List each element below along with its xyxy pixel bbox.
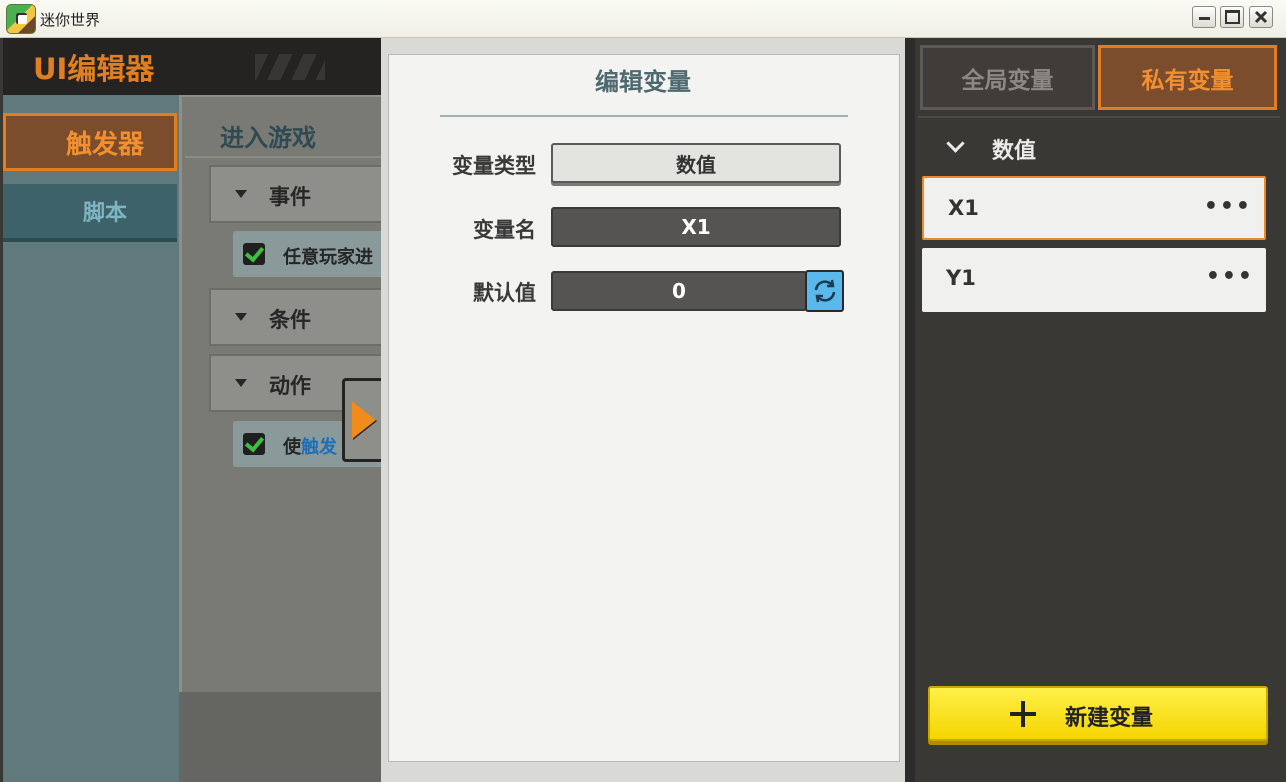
more-options-icon[interactable]: ••• <box>1204 196 1252 218</box>
new-variable-label: 新建变量 <box>1065 706 1154 731</box>
group-label: 条件 <box>269 308 311 332</box>
group-condition[interactable]: 条件 <box>209 288 381 346</box>
caret-down-icon <box>235 313 247 321</box>
variable-row-y1[interactable]: Y1 ••• <box>922 248 1266 312</box>
refresh-button[interactable] <box>805 270 844 312</box>
more-options-icon[interactable]: ••• <box>1206 266 1254 288</box>
section-divider <box>185 156 381 158</box>
checkbox-checked-icon[interactable] <box>243 243 265 265</box>
variable-type-label: 变量类型 <box>452 154 536 178</box>
refresh-icon <box>814 279 836 303</box>
checkbox-checked-icon[interactable] <box>243 433 265 455</box>
panel-divider <box>918 116 1280 118</box>
variable-type-select[interactable]: 数值 <box>551 143 841 183</box>
tab-global-variables[interactable]: 全局变量 <box>920 45 1095 110</box>
minimize-button[interactable] <box>1192 6 1216 28</box>
group-event[interactable]: 事件 <box>209 165 381 223</box>
expand-arrow-button[interactable] <box>342 378 384 462</box>
default-value-input[interactable]: 0 <box>551 271 807 311</box>
tab-trigger[interactable]: 触发器 <box>3 113 177 171</box>
header-decoration <box>255 54 325 80</box>
section-title: 进入游戏 <box>220 124 316 152</box>
close-button[interactable] <box>1249 6 1273 28</box>
caret-down-icon <box>235 190 247 198</box>
panel-edge <box>905 38 915 782</box>
variable-name-label: 变量名 <box>473 218 536 242</box>
maximize-button[interactable] <box>1220 6 1244 28</box>
new-variable-button[interactable]: 新建变量 <box>928 686 1268 741</box>
close-icon <box>1254 10 1268 24</box>
action-prefix: 使 <box>283 437 301 458</box>
window-title: 迷你世界 <box>40 11 101 29</box>
variable-name: X1 <box>948 196 979 220</box>
group-label: 事件 <box>269 185 311 209</box>
category-label[interactable]: 数值 <box>992 133 1036 165</box>
variable-panel <box>905 38 1286 782</box>
variable-row-x1[interactable]: X1 ••• <box>922 176 1266 240</box>
window-titlebar: 迷你世界 <box>0 0 1286 38</box>
editor-title: UI编辑器 <box>33 52 155 86</box>
editor-header: UI编辑器 <box>3 38 381 95</box>
action-link[interactable]: 触发 <box>301 437 337 458</box>
caret-down-icon <box>235 379 247 387</box>
tab-script[interactable]: 脚本 <box>3 184 177 242</box>
app-logo-icon <box>6 4 36 34</box>
action-item-text: 使触发 <box>283 433 337 459</box>
tab-private-variables[interactable]: 私有变量 <box>1098 45 1277 110</box>
event-item[interactable]: 任意玩家进 <box>233 231 381 277</box>
plus-icon <box>1010 701 1036 727</box>
variable-name: Y1 <box>946 266 976 290</box>
variable-name-input[interactable]: X1 <box>551 207 841 247</box>
event-item-text: 任意玩家进 <box>283 247 373 268</box>
dialog-title: 编辑变量 <box>595 68 691 96</box>
content-footer <box>179 692 381 782</box>
group-label: 动作 <box>269 374 311 398</box>
dialog-divider <box>440 115 848 117</box>
default-value-label: 默认值 <box>473 281 536 305</box>
